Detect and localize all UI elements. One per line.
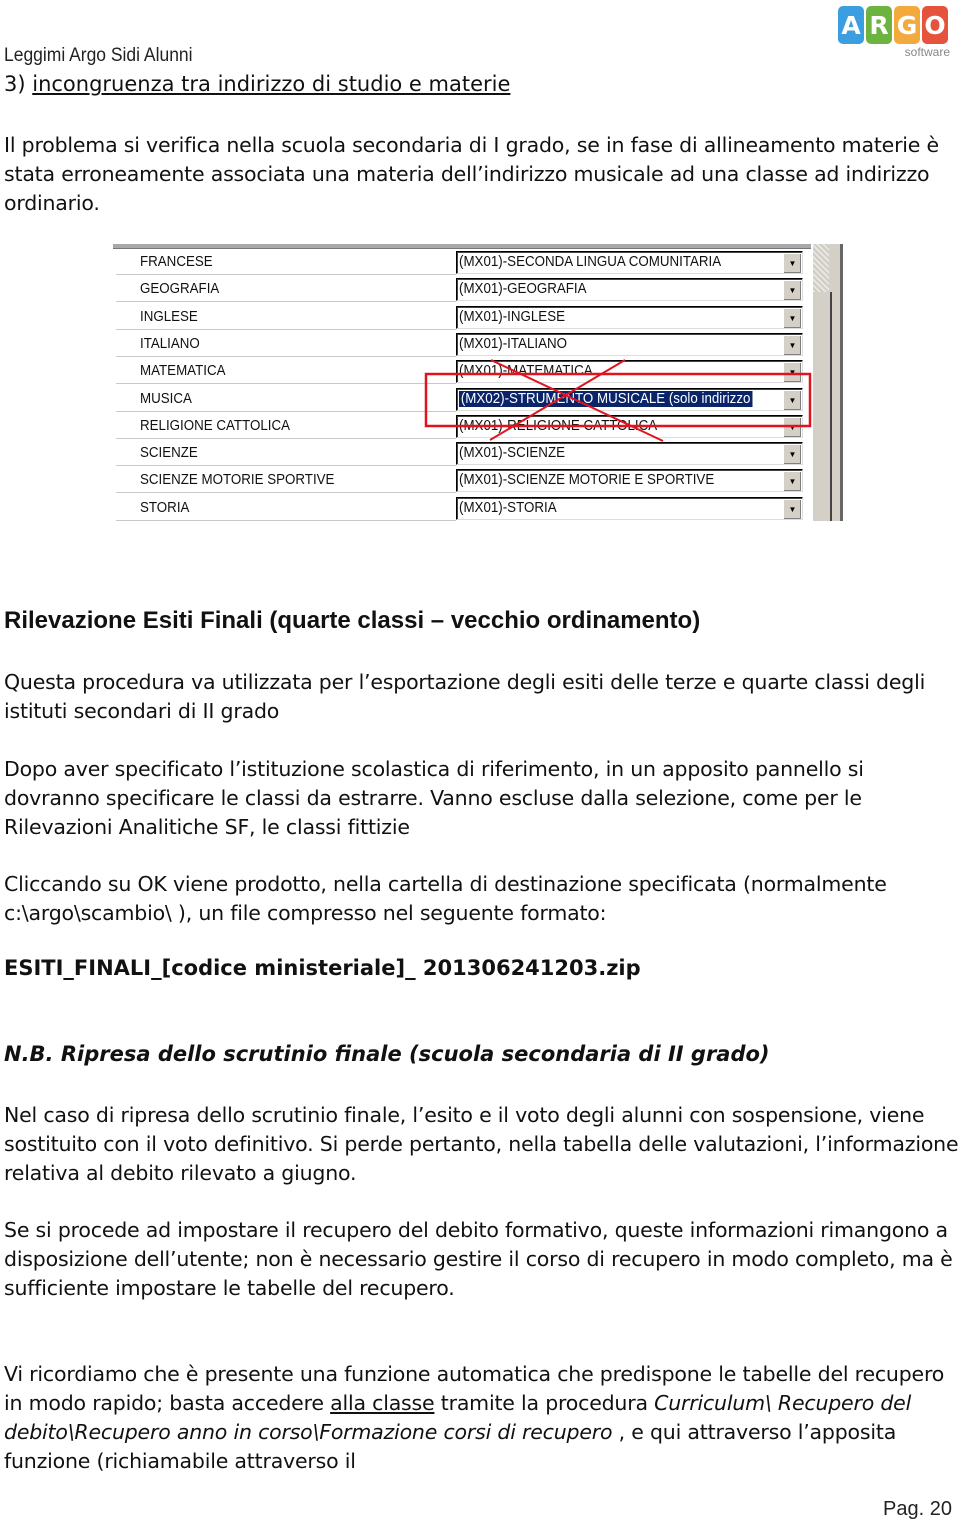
mapping-row: STORIA (MX01)-STORIA ▼ bbox=[113, 494, 811, 521]
page-number: Pag. 20 bbox=[883, 1498, 952, 1520]
logo-letter: O bbox=[922, 6, 948, 44]
dropdown-value: (MX01)-STORIA bbox=[459, 499, 557, 516]
subject-label: ITALIANO bbox=[140, 335, 200, 352]
mapping-row: SCIENZE MOTORIE SPORTIVE (MX01)-SCIENZE M… bbox=[113, 466, 811, 494]
text-run: tramite la procedura bbox=[434, 1391, 655, 1415]
mapping-row: INGLESE (MX01)-INGLESE ▼ bbox=[113, 303, 811, 330]
chevron-down-icon[interactable]: ▼ bbox=[783, 498, 801, 519]
dropdown-value: (MX01)-SECONDA LINGUA COMUNITARIA bbox=[459, 254, 722, 270]
subject-label: FRANCESE bbox=[140, 254, 213, 270]
section-number: 3) bbox=[4, 72, 33, 96]
nb-paragraph-2: Se si procede ad impostare il recupero d… bbox=[4, 1218, 953, 1300]
dropdown-value: (MX01)-SCIENZE bbox=[459, 445, 566, 462]
section-3-heading: 3) incongruenza tra indirizzo di studio … bbox=[4, 72, 510, 96]
chevron-down-icon[interactable]: ▼ bbox=[783, 362, 801, 383]
subject-mapping-screenshot: FRANCESE (MX01)-SECONDA LINGUA COMUNITARI… bbox=[113, 244, 843, 521]
subject-mapping-dropdown[interactable]: (MX01)-MATEMATICA ▼ bbox=[456, 360, 803, 384]
chevron-down-icon[interactable]: ▼ bbox=[783, 280, 801, 301]
dropdown-value: (MX01)-RELIGIONE CATTOLICA bbox=[459, 417, 658, 434]
subject-mapping-dropdown[interactable]: (MX01)-ITALIANO ▼ bbox=[456, 332, 803, 356]
subject-mapping-dropdown[interactable]: (MX01)-SCIENZE ▼ bbox=[456, 442, 803, 466]
argo-logo: A R G O software bbox=[838, 6, 954, 62]
document-title: Leggimi Argo Sidi Alunni bbox=[4, 45, 193, 66]
esiti-paragraph-2: Dopo aver specificato l’istituzione scol… bbox=[4, 757, 864, 839]
subject-mapping-dropdown[interactable]: (MX01)-SCIENZE MOTORIE E SPORTIVE ▼ bbox=[456, 469, 803, 493]
subject-mapping-dropdown[interactable]: (MX01)-INGLESE ▼ bbox=[456, 305, 803, 329]
dropdown-value: (MX01)-GEOGRAFIA bbox=[459, 281, 587, 298]
subject-label: INGLESE bbox=[140, 308, 198, 325]
section-title: incongruenza tra indirizzo di studio e m… bbox=[32, 72, 511, 96]
subject-label: GEOGRAFIA bbox=[140, 281, 220, 298]
mapping-row: FRANCESE (MX01)-SECONDA LINGUA COMUNITARI… bbox=[113, 248, 811, 275]
export-filename: ESITI_FINALI_[codice ministeriale]_ 2013… bbox=[4, 956, 641, 980]
dropdown-value: (MX01)-ITALIANO bbox=[459, 335, 567, 352]
mapping-row: MUSICA (MX02)-STRUMENTO MUSICALE (solo in… bbox=[113, 385, 811, 412]
chevron-down-icon[interactable]: ▼ bbox=[783, 334, 801, 355]
mapping-row: RELIGIONE CATTOLICA (MX01)-RELIGIONE CATT… bbox=[113, 412, 811, 439]
chevron-down-icon[interactable]: ▼ bbox=[783, 307, 801, 328]
mapping-row: SCIENZE (MX01)-SCIENZE ▼ bbox=[113, 439, 811, 467]
dropdown-value: (MX01)-SCIENZE MOTORIE E SPORTIVE bbox=[459, 472, 715, 489]
logo-letter: R bbox=[866, 6, 892, 44]
esiti-paragraph-1: Questa procedura va utilizzata per l’esp… bbox=[4, 670, 926, 723]
subject-label: MATEMATICA bbox=[140, 363, 226, 380]
subject-label: SCIENZE bbox=[140, 445, 198, 462]
mapping-row: GEOGRAFIA (MX01)-GEOGRAFIA ▼ bbox=[113, 275, 811, 303]
subject-label: STORIA bbox=[140, 499, 190, 516]
logo-subtitle: software bbox=[904, 45, 950, 59]
nb-heading: N.B. Ripresa dello scrutinio finale (scu… bbox=[4, 1042, 770, 1066]
nb-paragraph-1: Nel caso di ripresa dello scrutinio fina… bbox=[4, 1103, 959, 1185]
subject-mapping-dropdown[interactable]: (MX01)-STORIA ▼ bbox=[456, 496, 803, 520]
subject-label: SCIENZE MOTORIE SPORTIVE bbox=[140, 472, 335, 489]
chevron-down-icon[interactable]: ▼ bbox=[783, 389, 801, 410]
dropdown-value: (MX01)-INGLESE bbox=[459, 308, 566, 325]
subject-mapping-dropdown[interactable]: (MX02)-STRUMENTO MUSICALE (solo indirizz… bbox=[456, 387, 803, 411]
link-alla-classe[interactable]: alla classe bbox=[330, 1391, 435, 1415]
vertical-scrollbar[interactable] bbox=[813, 244, 843, 521]
chevron-down-icon[interactable]: ▼ bbox=[783, 444, 801, 465]
mapping-row: ITALIANO (MX01)-ITALIANO ▼ bbox=[113, 330, 811, 357]
dropdown-value: (MX02)-STRUMENTO MUSICALE (solo indirizz… bbox=[459, 390, 753, 407]
subject-mapping-dropdown[interactable]: (MX01)-GEOGRAFIA ▼ bbox=[456, 278, 803, 302]
section-3-paragraph: Il problema si verifica nella scuola sec… bbox=[4, 133, 939, 215]
scrollbar-thumb[interactable] bbox=[813, 244, 829, 292]
dropdown-value: (MX01)-MATEMATICA bbox=[459, 363, 593, 380]
chevron-down-icon[interactable]: ▼ bbox=[783, 416, 801, 437]
logo-letter: G bbox=[894, 6, 920, 44]
subject-mapping-dropdown[interactable]: (MX01)-RELIGIONE CATTOLICA ▼ bbox=[456, 414, 803, 438]
logo-letter: A bbox=[838, 6, 864, 44]
chevron-down-icon[interactable]: ▼ bbox=[783, 471, 801, 492]
subject-label: MUSICA bbox=[140, 390, 192, 407]
nb-paragraph-3: Vi ricordiamo che è presente una funzion… bbox=[4, 1360, 959, 1476]
esiti-paragraph-3: Cliccando su OK viene prodotto, nella ca… bbox=[4, 872, 887, 925]
subject-mapping-dropdown[interactable]: (MX01)-SECONDA LINGUA COMUNITARIA ▼ bbox=[456, 251, 803, 274]
mapping-row: MATEMATICA (MX01)-MATEMATICA ▼ bbox=[113, 357, 811, 385]
esiti-heading: Rilevazione Esiti Finali (quarte classi … bbox=[4, 607, 701, 634]
subject-label: RELIGIONE CATTOLICA bbox=[140, 417, 290, 434]
chevron-down-icon[interactable]: ▼ bbox=[783, 253, 801, 273]
